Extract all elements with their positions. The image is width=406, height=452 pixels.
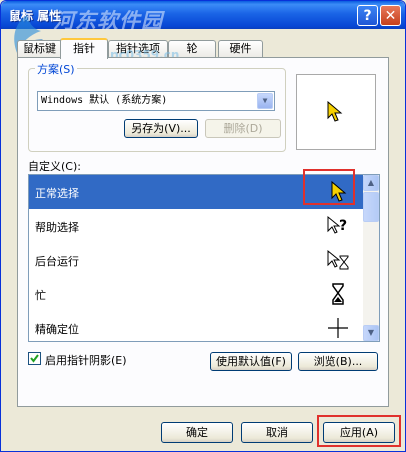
highlight-box-cursor	[303, 169, 355, 205]
tab-pointers[interactable]: 指针	[60, 38, 108, 59]
scheme-select[interactable]: Windows 默认 (系统方案) ▼	[37, 91, 275, 111]
cursor-list-scrollbar[interactable]: ▲ ▼	[363, 175, 379, 341]
list-item-label: 精确定位	[35, 323, 79, 336]
scrollbar-thumb[interactable]	[363, 192, 379, 222]
crosshair-cursor-icon	[328, 318, 348, 338]
shadow-checkbox[interactable]	[28, 352, 41, 365]
arrow-cursor-preview-icon	[327, 101, 343, 122]
svg-text:?: ?	[339, 218, 347, 234]
browse-button[interactable]: 浏览(B)...	[298, 352, 378, 371]
list-item-label: 帮助选择	[35, 221, 79, 234]
ok-button[interactable]: 确定	[161, 422, 233, 443]
shadow-label: 启用指针阴影(E)	[45, 354, 127, 367]
delete-button[interactable]: 删除(D)	[205, 119, 281, 138]
cancel-button[interactable]: 取消	[241, 422, 313, 443]
chevron-down-icon[interactable]: ▼	[257, 93, 273, 109]
list-item-label: 忙	[35, 289, 46, 302]
close-button[interactable]: ✕	[380, 5, 401, 26]
help-cursor-icon: ?	[327, 215, 347, 234]
tab-buttons[interactable]: 鼠标键	[17, 40, 62, 57]
list-item[interactable]: 帮助选择 ?	[29, 209, 363, 243]
hourglass-cursor-icon	[332, 283, 344, 305]
scroll-down-icon[interactable]: ▼	[363, 325, 379, 341]
pointers-tab-panel: 方案(S) Windows 默认 (系统方案) ▼ 另存为(V)... 删除(D…	[17, 57, 389, 407]
working-in-background-cursor-icon	[327, 249, 349, 270]
pointer-preview	[296, 74, 376, 150]
list-item-label: 后台运行	[35, 255, 79, 268]
list-item[interactable]: 忙	[29, 277, 363, 311]
watermark-logo-text: 河东软件园	[53, 9, 163, 33]
mouse-properties-window: 鼠标 属性 河东软件园 ? ✕ 鼠标键 指针 指针选项 轮 硬件 www.pc0…	[0, 0, 406, 452]
custom-label: 自定义(C):	[28, 160, 81, 173]
save-as-button[interactable]: 另存为(V)...	[124, 119, 198, 138]
scheme-selected-value: Windows 默认 (系统方案)	[41, 95, 168, 106]
list-item[interactable]: 后台运行	[29, 243, 363, 277]
checkmark-icon	[30, 354, 39, 363]
scheme-label: 方案(S)	[35, 61, 77, 77]
scroll-up-icon[interactable]: ▲	[363, 175, 379, 191]
highlight-box-apply	[317, 415, 401, 447]
use-default-button[interactable]: 使用默认值(F)	[210, 352, 292, 371]
list-item-label: 正常选择	[35, 187, 79, 200]
tab-hardware[interactable]: 硬件	[218, 40, 263, 57]
list-item[interactable]: 精确定位	[29, 311, 363, 341]
title-bar[interactable]: 鼠标 属性 河东软件园 ? ✕	[1, 1, 405, 33]
help-button[interactable]: ?	[357, 5, 378, 26]
scheme-group: 方案(S) Windows 默认 (系统方案) ▼ 另存为(V)... 删除(D…	[28, 61, 286, 152]
